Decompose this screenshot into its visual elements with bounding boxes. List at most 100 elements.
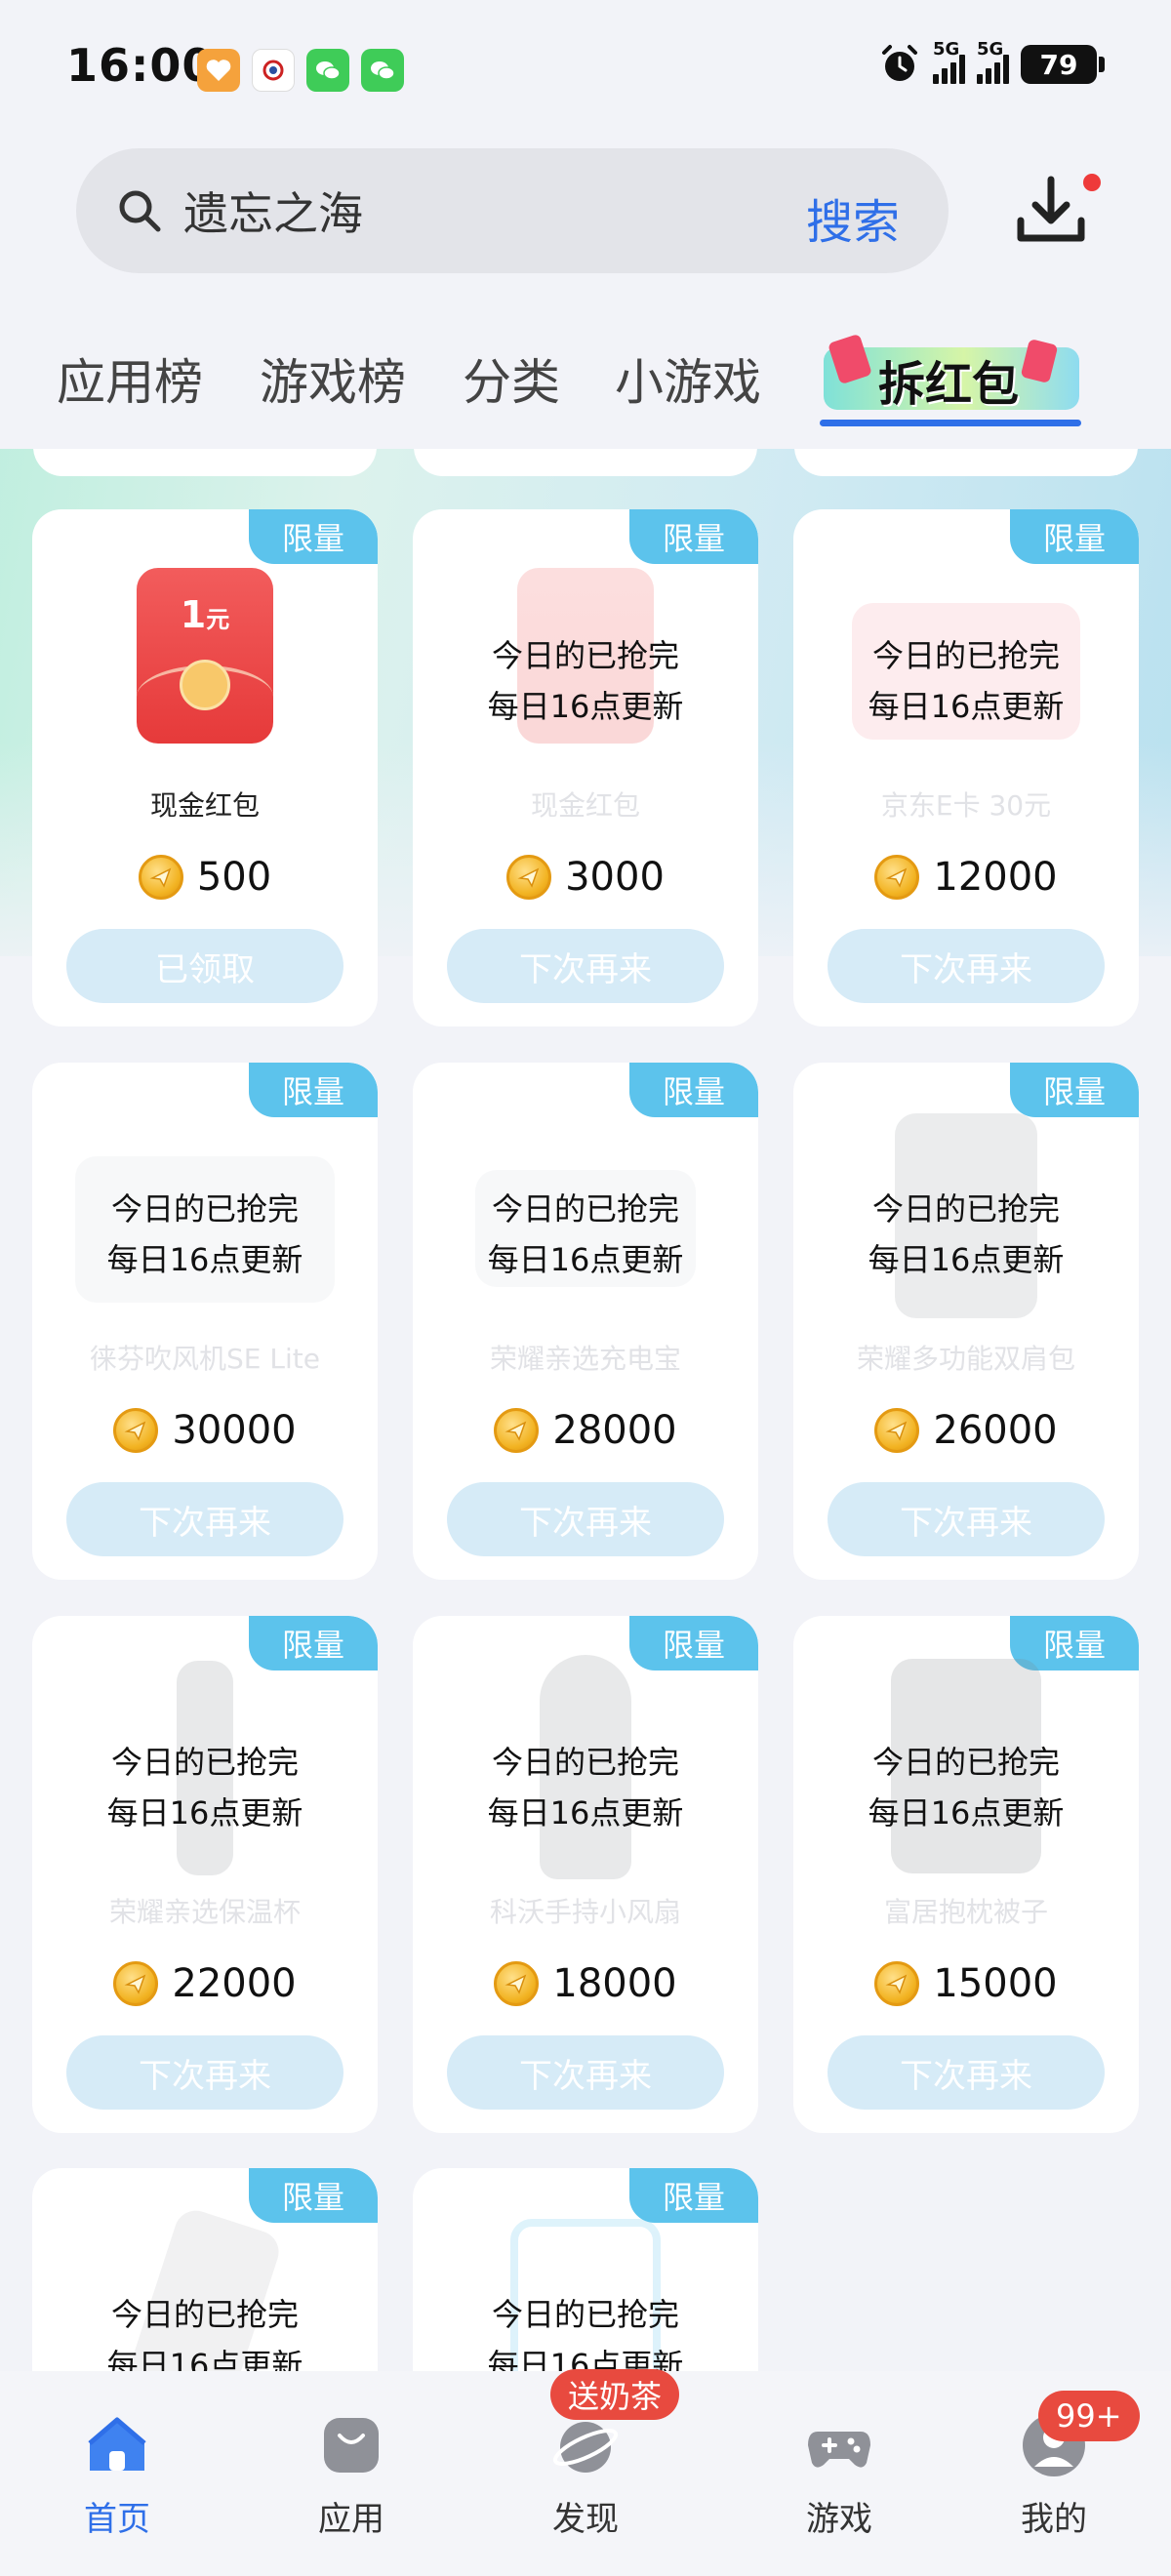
sold-out-text: 今日的已抢完 [491,1744,679,1781]
sold-out-notice: 今日的已抢完 每日16点更新 [793,1737,1139,1838]
come-back-later-button[interactable]: 下次再来 [447,1482,724,1556]
reward-card[interactable]: 限量 今日的已抢完 每日16点更新 荣耀多功能双肩包 26000 下次再来 [793,1063,1139,1580]
come-back-later-button[interactable]: 下次再来 [66,1482,343,1556]
tab-categories[interactable]: 分类 [463,343,560,414]
reward-card[interactable]: 限量 今日的已抢完 每日16点更新 [32,2168,378,2371]
reward-card[interactable]: 限量 今日的已抢完 每日16点更新 [413,2168,758,2371]
refresh-time-text: 每日16点更新 [868,1241,1065,1278]
status-bar: 16:00 5G 5G 79 [0,0,1171,137]
tab-game-ranking[interactable]: 游戏榜 [260,343,406,414]
partial-card [33,449,377,476]
search-input[interactable]: 遗忘之海 [183,179,363,243]
tab-red-packet[interactable]: 拆红包 [820,332,1081,429]
tab-mini-games[interactable]: 小游戏 [615,343,761,414]
coin-icon [113,1961,159,2006]
nav-discover-label: 发现 [552,2500,619,2539]
reward-price: 30000 [32,1408,378,1453]
reward-name: 徕芬吹风机SE Lite [90,1343,320,1375]
refresh-time-text: 每日16点更新 [106,2347,303,2371]
discover-icon [552,2422,619,2473]
reward-price: 28000 [413,1408,758,1453]
limited-badge: 限量 [1010,1063,1139,1117]
tab-red-packet-label: 拆红包 [878,357,1020,412]
reward-name: 京东E卡 30元 [880,789,1052,822]
sold-out-notice: 今日的已抢完 每日16点更新 [413,630,758,732]
reward-card[interactable]: 限量 今日的已抢完 每日16点更新 科沃手持小风扇 18000 下次再来 [413,1616,758,2133]
reward-name: 现金红包 [530,789,640,822]
reward-card[interactable]: 限量 今日的已抢完 每日16点更新 富居抱枕被子 15000 下次再来 [793,1616,1139,2133]
alarm-icon [882,45,917,81]
reward-name: 科沃手持小风扇 [489,1896,681,1928]
signal-strength-2: 5G [977,39,1009,84]
reward-name: 荣耀亲选保温杯 [108,1896,301,1928]
reward-card[interactable]: 限量 1元 现金红包 500 已领取 [32,509,378,1026]
sold-out-notice: 今日的已抢完 每日16点更新 [32,2289,378,2371]
price-value: 26000 [933,1408,1058,1453]
wechat-icon [361,49,404,92]
reward-card[interactable]: 限量 今日的已抢完 每日16点更新 荣耀亲选保温杯 22000 下次再来 [32,1616,378,2133]
come-back-later-button[interactable]: 下次再来 [828,2035,1105,2110]
sold-out-text: 今日的已抢完 [871,1744,1060,1781]
network-type: 5G [933,39,960,60]
partial-card [414,449,757,476]
network-type: 5G [977,39,1004,60]
limited-badge: 限量 [249,509,378,564]
limited-badge: 限量 [1010,509,1139,564]
reward-card[interactable]: 限量 今日的已抢完 每日16点更新 现金红包 3000 下次再来 [413,509,758,1026]
nav-home-label: 首页 [84,2500,150,2539]
bag-icon [324,2418,379,2473]
come-back-later-button[interactable]: 下次再来 [828,1482,1105,1556]
reward-card[interactable]: 限量 今日的已抢完 每日16点更新 荣耀亲选充电宝 28000 下次再来 [413,1063,758,1580]
limited-badge: 限量 [629,1063,758,1117]
limited-badge: 限量 [629,1616,758,1670]
refresh-time-text: 每日16点更新 [106,1241,303,1278]
nav-profile[interactable]: 我的 99+ [956,2371,1151,2576]
come-back-later-button[interactable]: 下次再来 [447,929,724,1003]
search-button[interactable]: 搜索 [806,183,900,252]
wechat-icon [306,49,349,92]
reward-price: 12000 [793,855,1139,900]
sold-out-notice: 今日的已抢完 每日16点更新 [793,1184,1139,1285]
nav-home[interactable]: 首页 [20,2371,215,2576]
nav-discover[interactable]: 发现 送奶茶 [488,2369,683,2576]
reward-card[interactable]: 限量 今日的已抢完 每日16点更新 徕芬吹风机SE Lite 30000 下次再… [32,1063,378,1580]
status-right: 5G 5G 79 [878,39,1105,86]
partial-card [794,449,1138,476]
coin-icon [874,1961,920,2006]
sold-out-notice: 今日的已抢完 每日16点更新 [413,1737,758,1838]
search-bar[interactable]: 遗忘之海 搜索 [76,148,949,273]
come-back-later-button[interactable]: 下次再来 [447,2035,724,2110]
nav-games-label: 游戏 [806,2500,872,2539]
refresh-time-text: 每日16点更新 [106,1794,303,1831]
signal-strength-1: 5G [933,39,965,84]
reward-price: 26000 [793,1408,1139,1453]
come-back-later-button[interactable]: 下次再来 [66,2035,343,2110]
reward-name: 荣耀亲选充电宝 [489,1343,681,1375]
nav-apps[interactable]: 应用 [254,2371,449,2576]
coin-icon [874,1408,920,1453]
notification-count-badge: 99+ [1038,2391,1140,2441]
sold-out-text: 今日的已抢完 [110,1190,299,1228]
battery-level: 79 [1021,45,1097,84]
reward-card[interactable]: 限量 今日的已抢完 每日16点更新 京东E卡 30元 12000 下次再来 [793,509,1139,1026]
tab-app-ranking[interactable]: 应用榜 [57,343,203,414]
heart-app-icon [197,49,240,92]
download-icon[interactable] [1011,170,1091,250]
sold-out-text: 今日的已抢完 [110,2296,299,2333]
gamepad-icon [808,2432,870,2468]
price-value: 30000 [172,1408,297,1453]
sold-out-notice: 今日的已抢完 每日16点更新 [793,630,1139,732]
price-value: 22000 [172,1961,297,2006]
reward-name: 现金红包 [149,789,260,822]
refresh-time-text: 每日16点更新 [868,688,1065,725]
come-back-later-button[interactable]: 下次再来 [828,929,1105,1003]
claimed-button[interactable]: 已领取 [66,929,343,1003]
refresh-time-text: 每日16点更新 [487,688,684,725]
reward-name: 荣耀多功能双肩包 [856,1343,1075,1375]
status-time: 16:00 [66,39,215,92]
nav-games[interactable]: 游戏 [742,2371,937,2576]
reward-price: 500 [32,855,378,900]
reward-grid: 限量 1元 现金红包 500 已领取 限量 今日的已抢完 每日16点更新 现金红… [0,449,1171,2371]
bottom-navigation: 首页 应用 发现 送奶茶 游戏 我的 99+ [0,2369,1171,2576]
limited-badge: 限量 [629,2168,758,2223]
